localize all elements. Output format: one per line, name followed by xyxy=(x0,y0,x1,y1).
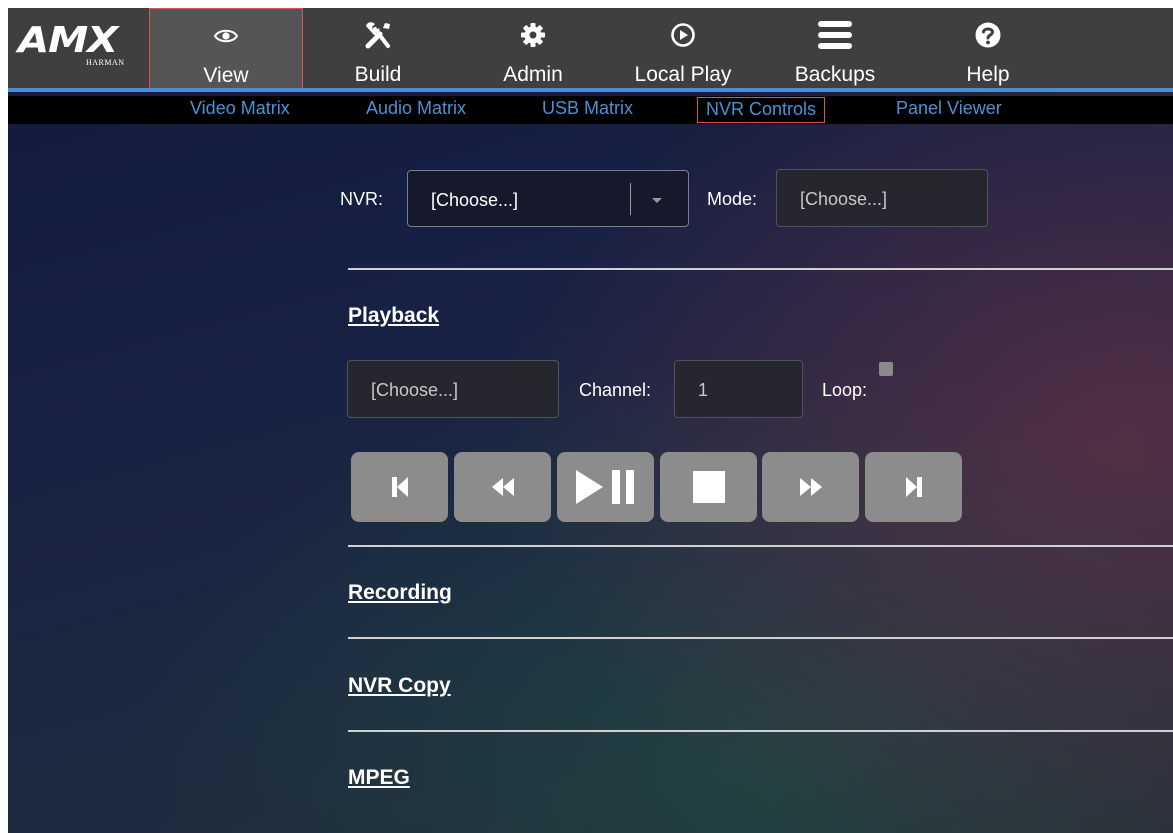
logo-sub: HARMAN xyxy=(86,58,125,67)
play-pause-button[interactable] xyxy=(557,452,654,522)
amx-logo[interactable]: AMX HARMAN xyxy=(8,8,148,88)
playback-source-value: [Choose...] xyxy=(371,380,459,400)
subnav-item-usb-matrix[interactable]: USB Matrix xyxy=(542,97,633,121)
select-separator xyxy=(630,183,631,215)
playback-source-select[interactable]: [Choose...] xyxy=(347,360,559,418)
fast-forward-button[interactable] xyxy=(762,452,859,522)
skip-forward-icon xyxy=(905,477,922,497)
nav-item-label: Help xyxy=(966,63,1010,86)
sub-nav-bar: Video Matrix Audio Matrix USB Matrix NVR… xyxy=(8,96,1173,124)
subnav-item-nvr-controls[interactable]: NVR Controls xyxy=(697,97,826,123)
subnav-item-panel-viewer[interactable]: Panel Viewer xyxy=(896,97,1002,121)
playback-heading[interactable]: Playback xyxy=(348,304,439,328)
nvr-select-value: [Choose...] xyxy=(431,190,519,210)
play-pause-icon xyxy=(575,470,634,504)
stop-button[interactable] xyxy=(660,452,757,522)
nav-item-admin[interactable]: Admin xyxy=(486,8,580,88)
mode-label: Mode: xyxy=(707,189,758,209)
nvr-label: NVR: xyxy=(340,189,384,209)
mode-select-value: [Choose...] xyxy=(800,189,888,209)
nvr-select[interactable]: [Choose...] xyxy=(407,170,689,227)
gear-icon xyxy=(486,20,580,50)
recording-heading[interactable]: Recording xyxy=(348,581,452,605)
nav-item-label: Backups xyxy=(794,63,876,86)
mode-select[interactable]: [Choose...] xyxy=(776,169,988,227)
menu-icon xyxy=(788,20,882,50)
chevron-down-icon xyxy=(652,198,662,203)
nav-item-local-play[interactable]: Local Play xyxy=(635,8,731,88)
divider xyxy=(348,730,1173,732)
nav-item-backups[interactable]: Backups xyxy=(788,8,882,88)
skip-back-icon xyxy=(391,477,408,497)
tools-icon xyxy=(331,20,425,50)
nav-item-label: Admin xyxy=(503,63,563,86)
rewind-icon xyxy=(491,478,514,496)
nav-item-build[interactable]: Build xyxy=(331,8,425,88)
top-nav-bar: AMX HARMAN View Build Admin Local Play B… xyxy=(8,8,1173,92)
mpeg-heading[interactable]: MPEG xyxy=(348,766,410,790)
help-circle-icon xyxy=(941,20,1035,50)
divider xyxy=(348,637,1173,639)
loop-label: Loop: xyxy=(822,380,868,400)
channel-value: 1 xyxy=(698,380,709,400)
skip-back-button[interactable] xyxy=(351,452,448,522)
loop-checkbox[interactable] xyxy=(879,362,893,376)
subnav-item-video-matrix[interactable]: Video Matrix xyxy=(190,97,290,121)
logo-word: AMX xyxy=(18,20,118,61)
divider xyxy=(348,545,1173,547)
divider xyxy=(348,268,1173,270)
play-circle-icon xyxy=(636,20,730,50)
nav-item-view[interactable]: View xyxy=(149,8,303,88)
app-window: AMX HARMAN View Build Admin Local Play B… xyxy=(8,8,1173,833)
subnav-item-audio-matrix[interactable]: Audio Matrix xyxy=(366,97,466,121)
rewind-button[interactable] xyxy=(454,452,551,522)
stop-icon xyxy=(692,471,725,503)
fast-forward-icon xyxy=(799,478,822,496)
eye-icon xyxy=(150,21,302,51)
nav-item-label: Build xyxy=(354,63,402,86)
nav-item-help[interactable]: Help xyxy=(941,8,1035,88)
channel-label: Channel: xyxy=(579,380,652,400)
nvr-copy-heading[interactable]: NVR Copy xyxy=(348,674,451,698)
nav-item-label: View xyxy=(203,64,249,87)
skip-forward-button[interactable] xyxy=(865,452,962,522)
channel-input[interactable]: 1 xyxy=(674,360,803,418)
nav-item-label: Local Play xyxy=(634,63,732,86)
